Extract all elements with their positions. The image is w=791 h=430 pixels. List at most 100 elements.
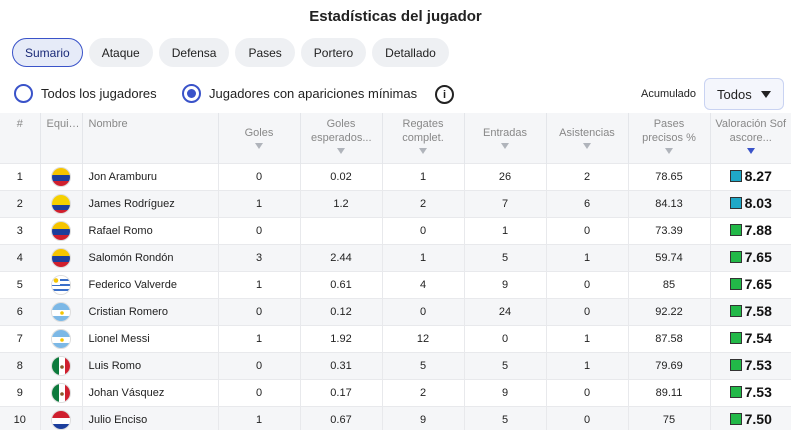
passes-cell: 84.13 <box>628 189 711 217</box>
rating-badge: 7.65 <box>729 249 772 265</box>
period-select[interactable]: Todos <box>704 78 784 110</box>
rating-cell: 7.53 <box>710 378 791 406</box>
player-name[interactable]: Lionel Messi <box>82 324 219 352</box>
rating-color-icon <box>729 170 742 182</box>
rank-cell: 1 <box>0 162 41 190</box>
filter-bar: Todos los jugadores Jugadores con aparic… <box>14 78 784 110</box>
info-icon[interactable]: i <box>435 85 454 104</box>
paraguay-flag-icon[interactable] <box>51 409 71 430</box>
team-flag-cell <box>40 297 83 325</box>
tab-sumario[interactable]: Sumario <box>12 38 83 67</box>
rating-cell: 8.03 <box>710 189 791 217</box>
rating-cell: 7.50 <box>710 405 791 430</box>
player-name[interactable]: Luis Romo <box>82 351 219 379</box>
team-flag-cell <box>40 324 83 352</box>
player-name[interactable]: Jon Aramburu <box>82 162 219 190</box>
table-row[interactable]: 5 Federico Valverde 1 0.61 4 9 0 85 7.65 <box>0 270 791 298</box>
tab-ataque[interactable]: Ataque <box>88 38 153 67</box>
table-row[interactable]: 9 Johan Vásquez 0 0.17 2 9 0 89.11 7.53 <box>0 378 791 406</box>
rating-value: 8.27 <box>744 168 772 184</box>
radio-all-players[interactable]: Todos los jugadores <box>14 84 157 103</box>
tackles-cell: 1 <box>464 216 547 244</box>
tackles-cell: 5 <box>464 243 547 271</box>
rating-color-icon <box>729 305 742 317</box>
rating-badge: 7.54 <box>729 330 772 346</box>
player-name[interactable]: Julio Enciso <box>82 405 219 430</box>
rank-cell: 3 <box>0 216 41 244</box>
col-passes[interactable]: Pases precisos % <box>628 113 711 163</box>
goals-cell: 0 <box>218 351 301 379</box>
radio-circle-icon[interactable] <box>14 84 33 103</box>
rating-badge: 7.53 <box>729 384 772 400</box>
rating-badge: 7.65 <box>729 276 772 292</box>
venezuela-flag-icon[interactable] <box>51 220 71 241</box>
col-goals[interactable]: Goles <box>218 113 301 163</box>
col-assists[interactable]: Asistencias <box>546 113 629 163</box>
player-name[interactable]: Rafael Romo <box>82 216 219 244</box>
col-dribbles[interactable]: Regates complet. <box>382 113 465 163</box>
player-name[interactable]: Federico Valverde <box>82 270 219 298</box>
player-name[interactable]: Cristian Romero <box>82 297 219 325</box>
col-rating[interactable]: Valoración Sofascore... <box>710 113 791 163</box>
player-name[interactable]: James Rodríguez <box>82 189 219 217</box>
tab-pases[interactable]: Pases <box>235 38 295 67</box>
radio-min-apps-label: Jugadores con apariciones mínimas <box>209 86 418 101</box>
rating-badge: 7.88 <box>729 222 772 238</box>
player-name[interactable]: Johan Vásquez <box>82 378 219 406</box>
passes-cell: 79.69 <box>628 351 711 379</box>
tab-defensa[interactable]: Defensa <box>158 38 230 67</box>
table-row[interactable]: 6 Cristian Romero 0 0.12 0 24 0 92.22 7.58 <box>0 297 791 325</box>
player-name[interactable]: Salomón Rondón <box>82 243 219 271</box>
mexico-flag-icon[interactable] <box>51 382 71 403</box>
col-xg[interactable]: Goles esperados... <box>300 113 383 163</box>
team-flag-cell <box>40 243 83 271</box>
table-row[interactable]: 4 Salomón Rondón 3 2.44 1 5 1 59.74 7.65 <box>0 243 791 271</box>
table-row[interactable]: 3 Rafael Romo 0 0 1 0 73.39 7.88 <box>0 216 791 244</box>
table-row[interactable]: 8 Luis Romo 0 0.31 5 5 1 79.69 7.53 <box>0 351 791 379</box>
xg-cell: 0.67 <box>300 405 383 430</box>
rating-value: 7.53 <box>744 357 772 373</box>
dribbles-cell: 2 <box>382 189 465 217</box>
dribbles-cell: 0 <box>382 297 465 325</box>
goals-cell: 1 <box>218 405 301 430</box>
rank-cell: 9 <box>0 378 41 406</box>
rating-color-icon <box>729 278 742 290</box>
col-team[interactable]: Equi… <box>40 113 83 163</box>
tab-detallado[interactable]: Detallado <box>372 38 449 67</box>
sort-active-icon <box>746 148 755 154</box>
tab-portero[interactable]: Portero <box>300 38 367 67</box>
argentina-flag-icon[interactable] <box>51 328 71 349</box>
col-name: Nombre <box>82 113 219 163</box>
rating-color-icon <box>729 413 742 426</box>
dribbles-cell: 4 <box>382 270 465 298</box>
table-row[interactable]: 10 Julio Enciso 1 0.67 9 5 0 75 7.50 <box>0 405 791 430</box>
assists-cell: 2 <box>546 162 629 190</box>
argentina-flag-icon[interactable] <box>51 301 71 322</box>
team-flag-cell <box>40 270 83 298</box>
venezuela-flag-icon[interactable] <box>51 166 71 187</box>
xg-cell: 1.92 <box>300 324 383 352</box>
rating-value: 7.58 <box>744 303 772 319</box>
radio-min-apps[interactable]: Jugadores con apariciones mínimas <box>182 84 417 103</box>
passes-cell: 73.39 <box>628 216 711 244</box>
rank-cell: 10 <box>0 405 41 430</box>
rank-cell: 7 <box>0 324 41 352</box>
passes-cell: 92.22 <box>628 297 711 325</box>
radio-selected-icon[interactable] <box>182 84 201 103</box>
rating-cell: 7.54 <box>710 324 791 352</box>
passes-cell: 75 <box>628 405 711 430</box>
venezuela-flag-icon[interactable] <box>51 247 71 268</box>
table-row[interactable]: 2 James Rodríguez 1 1.2 2 7 6 84.13 8.03 <box>0 189 791 217</box>
mexico-flag-icon[interactable] <box>51 355 71 376</box>
xg-cell: 2.44 <box>300 243 383 271</box>
col-tackles[interactable]: Entradas <box>464 113 547 163</box>
passes-cell: 89.11 <box>628 378 711 406</box>
rating-badge: 7.58 <box>729 303 772 319</box>
tackles-cell: 7 <box>464 189 547 217</box>
table-row[interactable]: 1 Jon Aramburu 0 0.02 1 26 2 78.65 8.27 <box>0 162 791 190</box>
rating-value: 8.03 <box>744 195 772 211</box>
uruguay-flag-icon[interactable] <box>51 274 71 295</box>
colombia-flag-icon[interactable] <box>51 193 71 214</box>
table-row[interactable]: 7 Lionel Messi 1 1.92 12 0 1 87.58 7.54 <box>0 324 791 352</box>
dribbles-cell: 2 <box>382 378 465 406</box>
